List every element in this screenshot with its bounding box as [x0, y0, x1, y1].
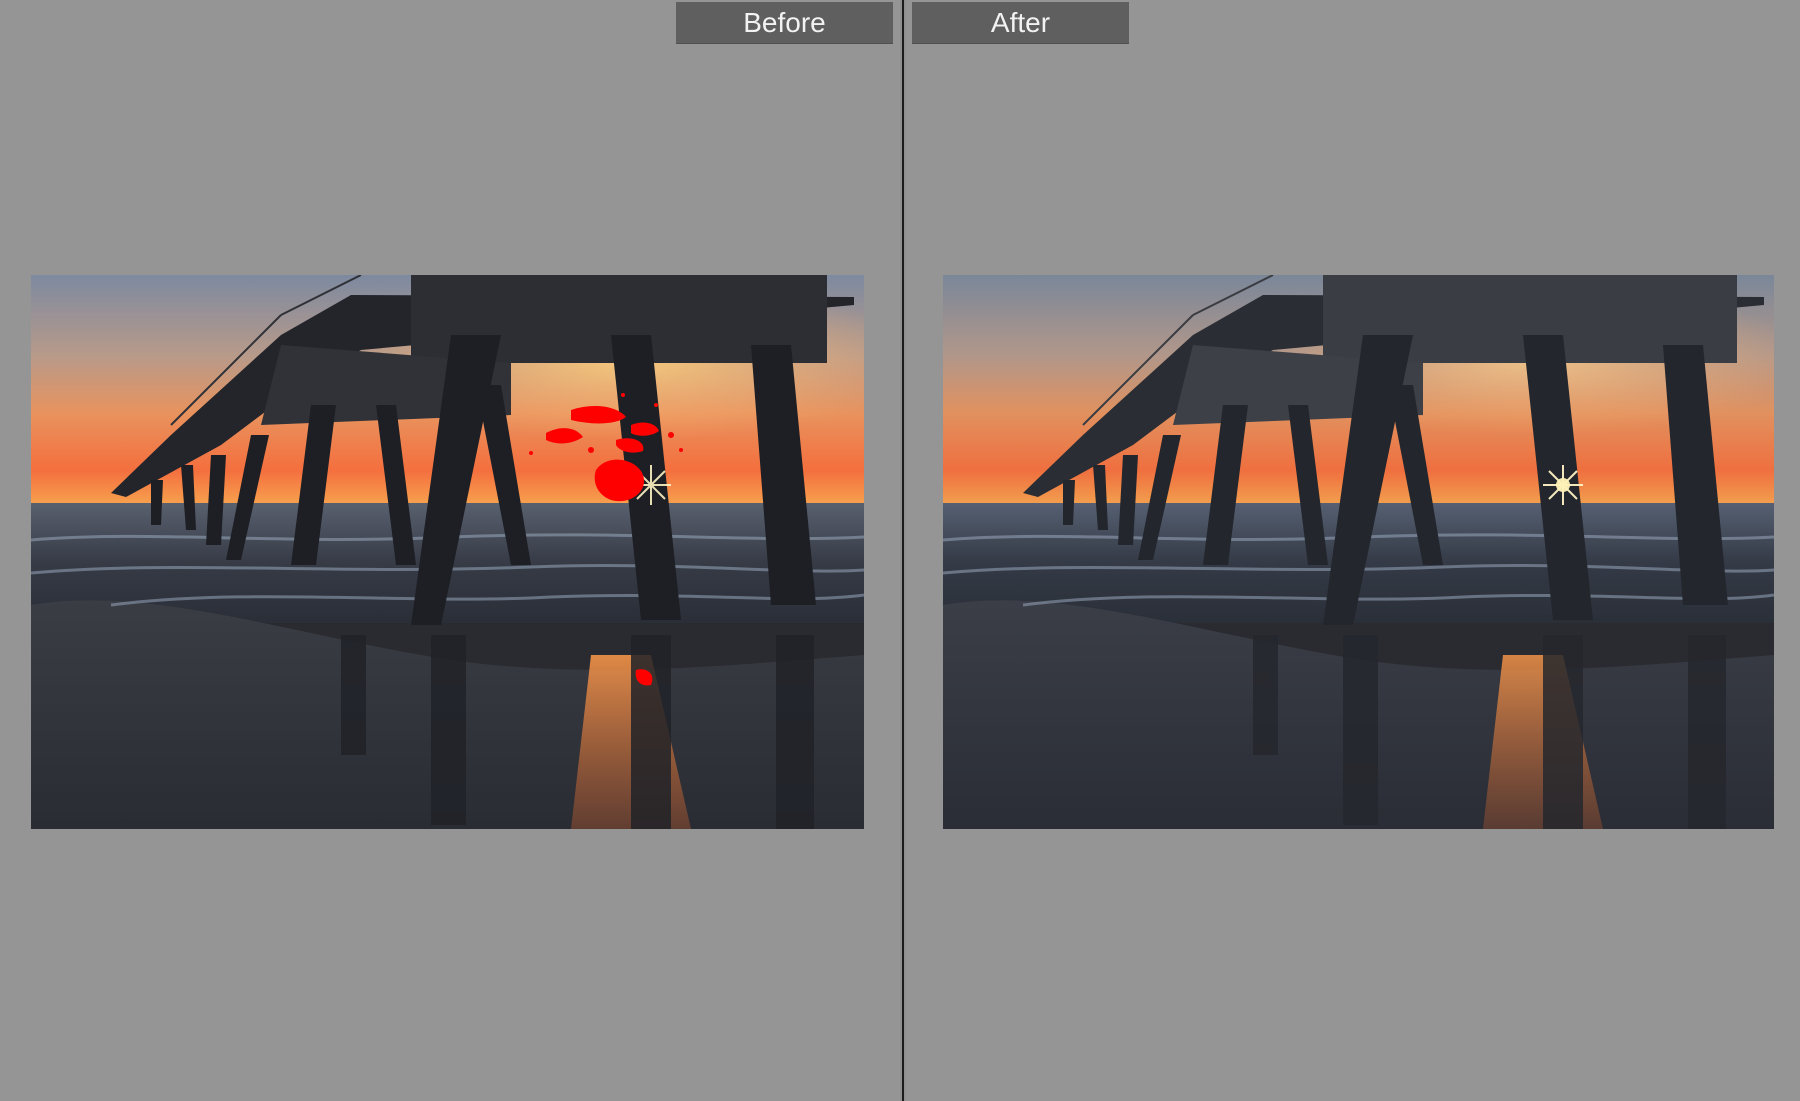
before-photo-svg	[31, 275, 864, 829]
before-panel: Before	[0, 0, 900, 1101]
compare-view: Before After	[0, 0, 1800, 1101]
after-label: After	[912, 2, 1129, 44]
after-panel: After	[906, 0, 1800, 1101]
after-photo-svg	[943, 275, 1774, 829]
before-photo[interactable]	[31, 275, 864, 829]
compare-divider-line	[902, 0, 904, 1101]
before-label: Before	[676, 2, 893, 44]
after-photo[interactable]	[943, 275, 1774, 829]
